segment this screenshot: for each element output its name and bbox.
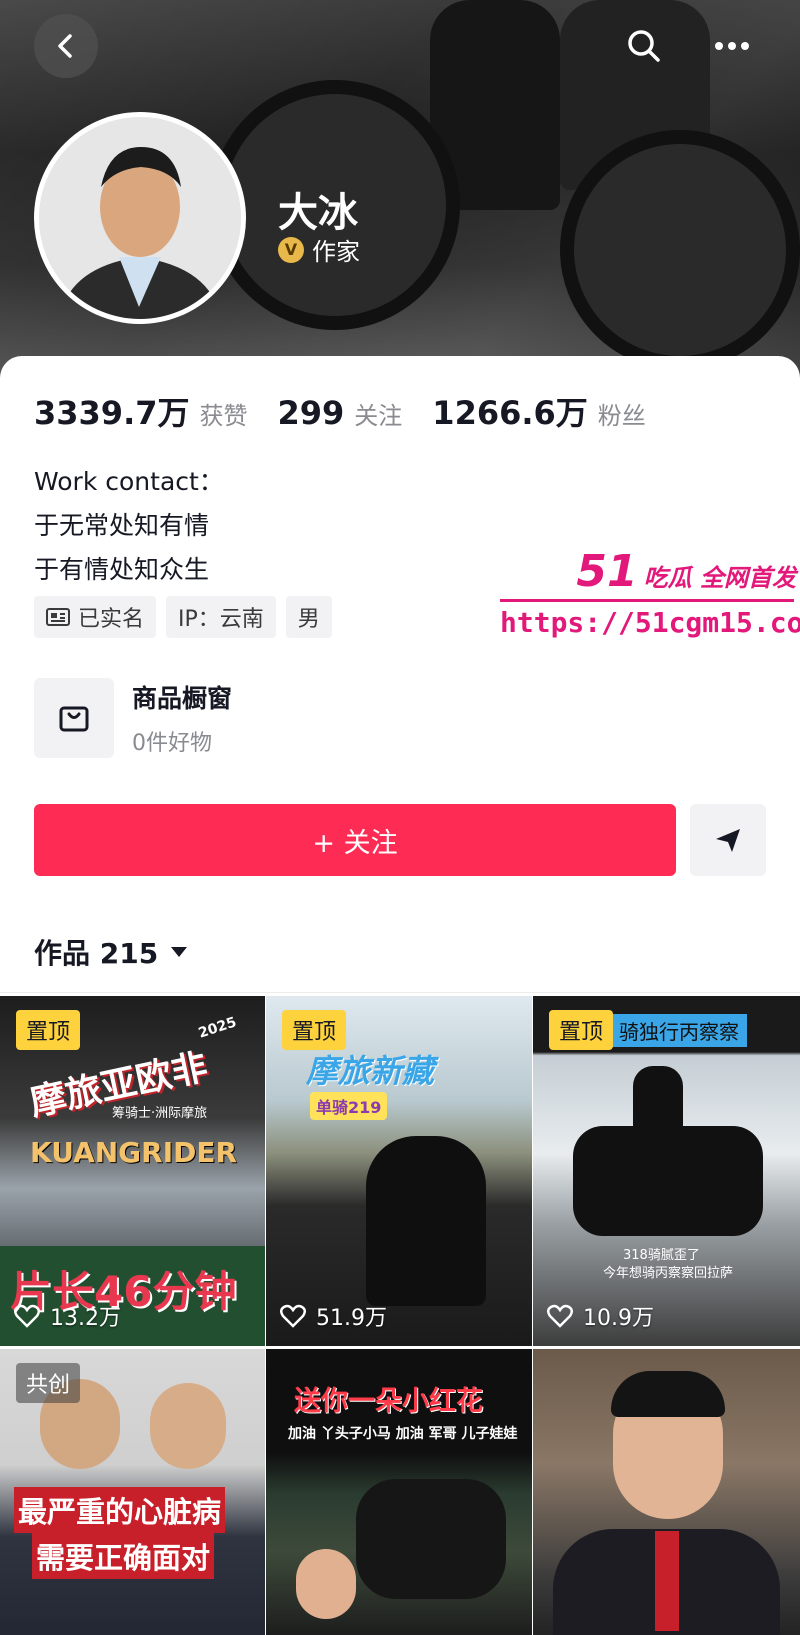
video-person-hair	[611, 1371, 725, 1417]
follow-button[interactable]: + 关注	[34, 804, 676, 876]
stat-followers[interactable]: 1266.6万 粉丝	[432, 388, 646, 434]
verified-title-text: 作家	[312, 238, 360, 266]
shop-title: 商品橱窗	[132, 684, 233, 713]
video-caption: 送你一朵小红花	[294, 1386, 483, 1417]
video-caption: 摩旅新藏	[306, 1052, 435, 1090]
video-person	[296, 1549, 356, 1619]
video-item[interactable]: 摩旅新藏 单骑219 置顶 51.9万	[266, 996, 532, 1346]
video-caption: 骑独行丙察察	[611, 1014, 747, 1047]
video-caption: 最严重的心脏病	[14, 1487, 226, 1533]
banner-wheel	[560, 130, 800, 370]
video-grid: 摩旅亚欧非 2025 筹骑士·洲际摩旅 KUANGRIDER 片长46分钟 置顶…	[0, 996, 800, 1635]
more-button[interactable]	[704, 14, 760, 78]
verified-badge-icon: V	[278, 236, 304, 263]
caret-down-icon	[171, 947, 188, 957]
shop-window[interactable]: 商品橱窗 0件好物	[34, 678, 232, 758]
video-likes: 51.9万	[280, 1300, 387, 1332]
heart-icon	[14, 1304, 40, 1328]
video-caption: 需要正确面对	[32, 1533, 215, 1579]
video-rider	[366, 1136, 486, 1306]
stat-followers-value: 1266.6万	[432, 394, 588, 432]
back-icon	[58, 34, 72, 58]
tag-gender: 男	[285, 596, 332, 638]
stat-likes-value: 3339.7万	[34, 394, 190, 432]
video-likes: 10.9万	[547, 1300, 654, 1332]
search-icon	[628, 30, 660, 62]
pinned-badge: 置顶	[282, 1010, 347, 1050]
tab-works-label: 作品 215	[34, 937, 159, 970]
share-button[interactable]	[690, 804, 766, 876]
bio-line: 于有情处知众生	[34, 555, 210, 584]
heart-icon	[280, 1304, 306, 1328]
bio-line: 于无常处知有情	[34, 511, 210, 540]
video-person-tie	[655, 1531, 679, 1631]
back-button[interactable]	[34, 14, 98, 78]
shopping-bag-icon	[59, 706, 89, 732]
video-rider	[356, 1479, 506, 1599]
stat-following[interactable]: 299 关注	[278, 394, 403, 432]
tag-verified-name[interactable]: 已实名	[34, 596, 157, 638]
video-item[interactable]: 骑独行丙察察 318骑腻歪了 今年想骑丙察察回拉萨 置顶 10.9万	[533, 996, 800, 1346]
search-button[interactable]	[616, 14, 672, 78]
bio-line: Work contact：	[34, 467, 224, 496]
profile-card: 3339.7万 获赞 299 关注 1266.6万 粉丝 Work contac…	[0, 356, 800, 996]
shop-icon-box	[34, 678, 114, 758]
verified-title: V 作家	[278, 232, 360, 267]
shop-subtitle: 0件好物	[132, 731, 212, 756]
video-caption: 今年想骑丙察察回拉萨	[603, 1266, 734, 1281]
watermark-url: https://51cgm15.com	[500, 606, 800, 639]
video-subtitle: 筹骑士·洲际摩旅	[112, 1106, 208, 1121]
video-person	[150, 1383, 226, 1469]
id-card-icon	[46, 608, 70, 626]
stat-followers-label: 粉丝	[597, 402, 646, 430]
profile-name: 大冰	[278, 190, 358, 236]
tag-ip: IP：云南	[166, 596, 276, 638]
avatar-portrait	[39, 117, 241, 319]
profile-tags: 已实名 IP：云南 男	[34, 596, 332, 638]
avatar[interactable]	[34, 112, 246, 324]
video-likes: 13.2万	[14, 1300, 121, 1332]
send-icon	[716, 829, 740, 852]
video-rider	[633, 1066, 683, 1146]
video-tag: 2025	[196, 1014, 239, 1042]
stat-following-label: 关注	[354, 402, 403, 430]
video-caption: 加油 丫头子小马 加油 军哥 儿子娃娃	[288, 1426, 518, 1442]
stats-row: 3339.7万 获赞 299 关注 1266.6万 粉丝	[34, 388, 646, 434]
divider	[0, 992, 800, 993]
watermark-title: 吃瓜 全网首发	[643, 564, 796, 592]
stat-likes-label: 获赞	[199, 402, 248, 430]
video-likes-count: 51.9万	[316, 1306, 387, 1331]
watermark-number: 51	[576, 546, 638, 597]
co-create-badge: 共创	[16, 1363, 81, 1403]
video-item[interactable]: 送你一朵小红花 加油 丫头子小马 加油 军哥 儿子娃娃	[266, 1349, 532, 1635]
profile-banner: 大冰 V 作家	[0, 0, 800, 380]
tag-verified-name-text: 已实名	[78, 607, 145, 632]
pinned-badge: 置顶	[16, 1010, 81, 1050]
stat-following-value: 299	[277, 394, 345, 432]
video-likes-count: 13.2万	[50, 1306, 121, 1331]
tab-works[interactable]: 作品 215	[34, 932, 188, 972]
more-icon	[715, 42, 749, 50]
video-item[interactable]	[533, 1349, 800, 1635]
heart-icon	[547, 1304, 573, 1328]
watermark-line	[500, 599, 794, 602]
pinned-badge: 置顶	[549, 1010, 614, 1050]
video-caption: 318骑腻歪了	[623, 1248, 700, 1263]
bio: Work contact： 于无常处知有情 于有情处知众生	[34, 460, 224, 592]
video-item[interactable]: 最严重的心脏病 需要正确面对 共创	[0, 1349, 265, 1635]
video-caption: 单骑219	[310, 1092, 388, 1120]
video-caption: KUANGRIDER	[30, 1136, 238, 1169]
watermark: 51 吃瓜 全网首发 https://51cgm15.com	[500, 546, 800, 639]
stat-likes[interactable]: 3339.7万 获赞	[34, 388, 248, 434]
video-item[interactable]: 摩旅亚欧非 2025 筹骑士·洲际摩旅 KUANGRIDER 片长46分钟 置顶…	[0, 996, 265, 1346]
video-likes-count: 10.9万	[583, 1306, 654, 1331]
